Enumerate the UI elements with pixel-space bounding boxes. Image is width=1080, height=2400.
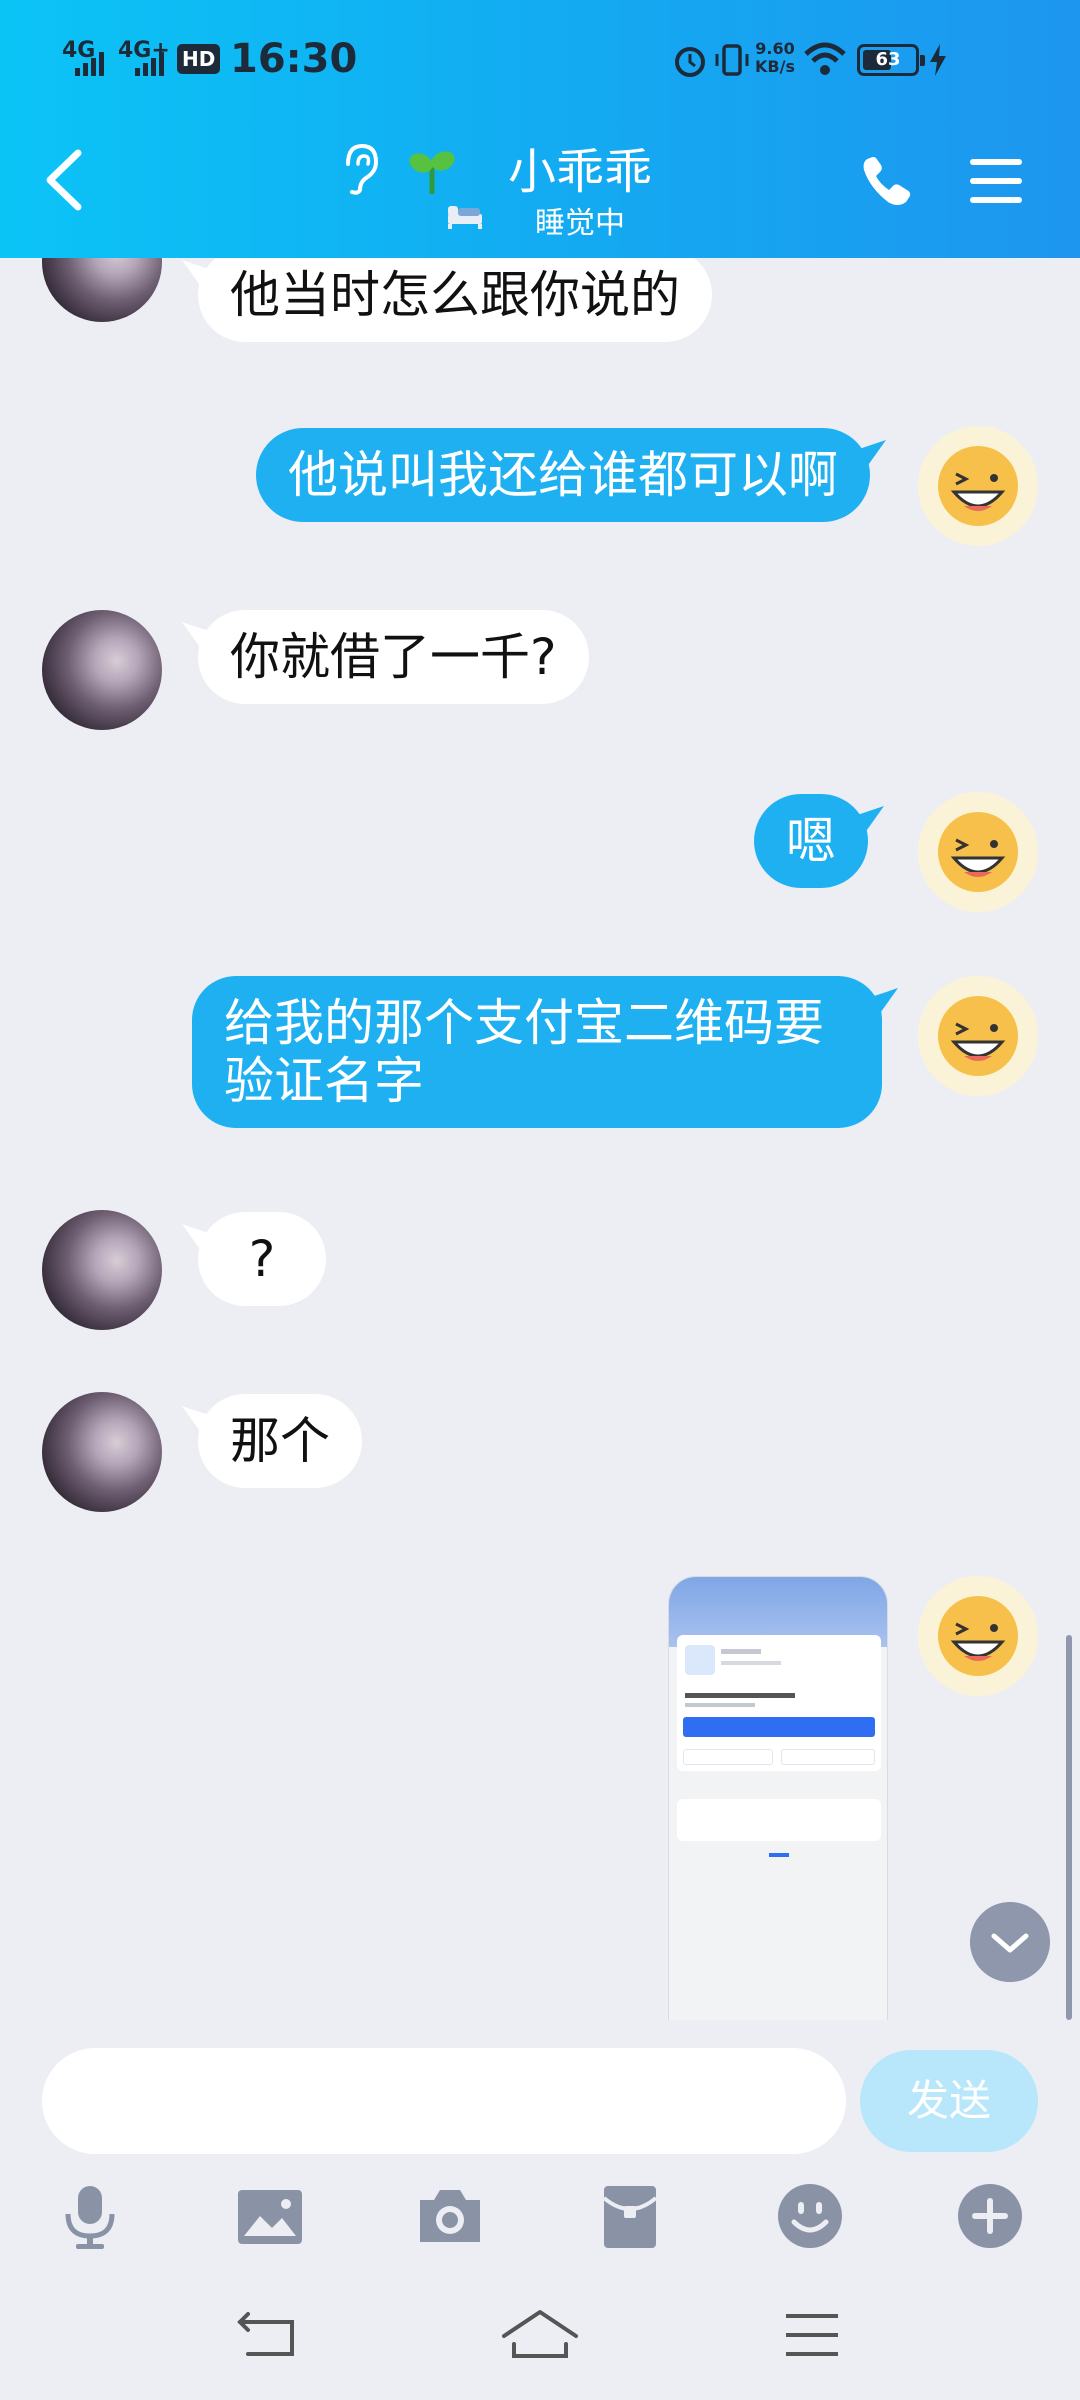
phone-call-button[interactable] bbox=[858, 152, 916, 210]
emoji-icon[interactable] bbox=[774, 2180, 846, 2252]
battery-icon: 63 bbox=[857, 44, 925, 76]
contact-avatar[interactable] bbox=[42, 610, 162, 730]
my-avatar[interactable] bbox=[918, 426, 1038, 546]
smiley-avatar-icon bbox=[938, 996, 1018, 1076]
wifi-icon bbox=[804, 42, 846, 75]
microphone-icon[interactable] bbox=[54, 2180, 126, 2252]
nav-home-icon[interactable] bbox=[500, 2300, 580, 2370]
contact-avatar[interactable] bbox=[42, 258, 162, 322]
signal-icon-2 bbox=[135, 52, 164, 76]
my-avatar[interactable] bbox=[918, 976, 1038, 1096]
message-list[interactable]: 他当时怎么跟你说的 他说叫我还给谁都可以啊 你就借了一千? 嗯 给我的那个支付宝… bbox=[0, 258, 1080, 2020]
smiley-avatar-icon bbox=[938, 446, 1018, 526]
contact-avatar[interactable] bbox=[42, 1210, 162, 1330]
scroll-to-bottom-button[interactable] bbox=[970, 1902, 1050, 1982]
status-bar: 4G 4G+ HD 16:30 9.60 KB/s 63 bbox=[0, 0, 1080, 120]
message-bubble-outgoing[interactable]: 他说叫我还给谁都可以啊 bbox=[256, 428, 870, 522]
message-bubble-outgoing[interactable]: 给我的那个支付宝二维码要验证名字 bbox=[192, 976, 882, 1128]
message-bubble-incoming[interactable]: ? bbox=[198, 1212, 326, 1306]
scrollbar[interactable] bbox=[1066, 1635, 1072, 2020]
contact-avatar[interactable] bbox=[42, 1392, 162, 1512]
image-message-thumbnail[interactable] bbox=[668, 1576, 888, 2020]
my-avatar[interactable] bbox=[918, 1576, 1038, 1696]
alarm-icon bbox=[675, 47, 705, 77]
vibrate-icon bbox=[715, 44, 749, 76]
network-speed: 9.60 KB/s bbox=[755, 39, 795, 76]
hd-badge: HD bbox=[177, 44, 221, 74]
camera-icon[interactable] bbox=[414, 2180, 486, 2252]
image-icon[interactable] bbox=[234, 2180, 306, 2252]
smiley-avatar-icon bbox=[938, 812, 1018, 892]
smiley-avatar-icon bbox=[938, 1596, 1018, 1676]
message-bubble-outgoing[interactable]: 嗯 bbox=[754, 794, 868, 888]
charging-icon bbox=[930, 44, 946, 76]
menu-button[interactable] bbox=[968, 155, 1024, 207]
plus-icon[interactable] bbox=[954, 2180, 1026, 2252]
status-time: 16:30 bbox=[230, 36, 358, 82]
message-bubble-incoming[interactable]: 你就借了一千? bbox=[198, 610, 589, 704]
my-avatar[interactable] bbox=[918, 792, 1038, 912]
red-packet-icon[interactable] bbox=[594, 2180, 666, 2252]
signal-icon bbox=[75, 52, 104, 76]
message-bubble-incoming[interactable]: 那个 bbox=[198, 1394, 362, 1488]
message-input[interactable] bbox=[42, 2048, 846, 2154]
send-button[interactable]: 发送 bbox=[860, 2050, 1038, 2152]
message-bubble-incoming[interactable]: 他当时怎么跟你说的 bbox=[198, 258, 712, 342]
nav-back-icon[interactable] bbox=[230, 2300, 310, 2370]
nav-menu-icon[interactable] bbox=[772, 2300, 852, 2370]
chat-title[interactable]: 小乖乖 bbox=[0, 132, 1080, 202]
chat-header: 4G 4G+ HD 16:30 9.60 KB/s 63 小乖乖 睡觉中 bbox=[0, 0, 1080, 258]
chat-status: 睡觉中 bbox=[535, 206, 625, 241]
